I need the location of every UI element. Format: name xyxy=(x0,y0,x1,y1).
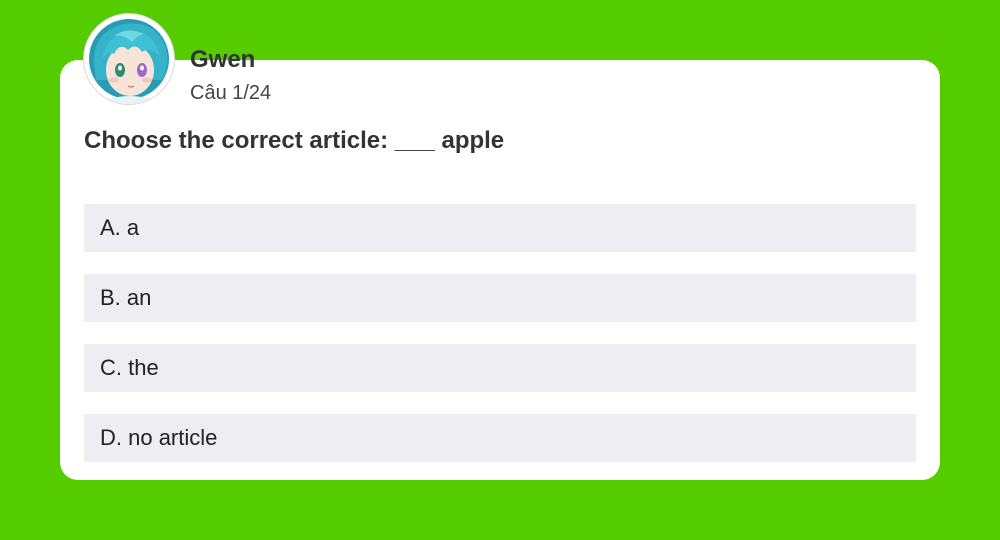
user-name: Gwen xyxy=(190,46,256,73)
anime-character-avatar-icon xyxy=(84,14,174,104)
option-c-button[interactable]: C. the xyxy=(84,344,916,392)
option-a-button[interactable]: A. a xyxy=(84,204,916,252)
option-b-button[interactable]: B. an xyxy=(84,274,916,322)
answer-options: A. a B. an C. the D. no article xyxy=(84,204,916,462)
option-d-button[interactable]: D. no article xyxy=(84,414,916,462)
avatar xyxy=(84,14,174,104)
question-text: Choose the correct article: ___ apple xyxy=(84,127,505,154)
question-counter: Câu 1/24 xyxy=(190,82,272,104)
